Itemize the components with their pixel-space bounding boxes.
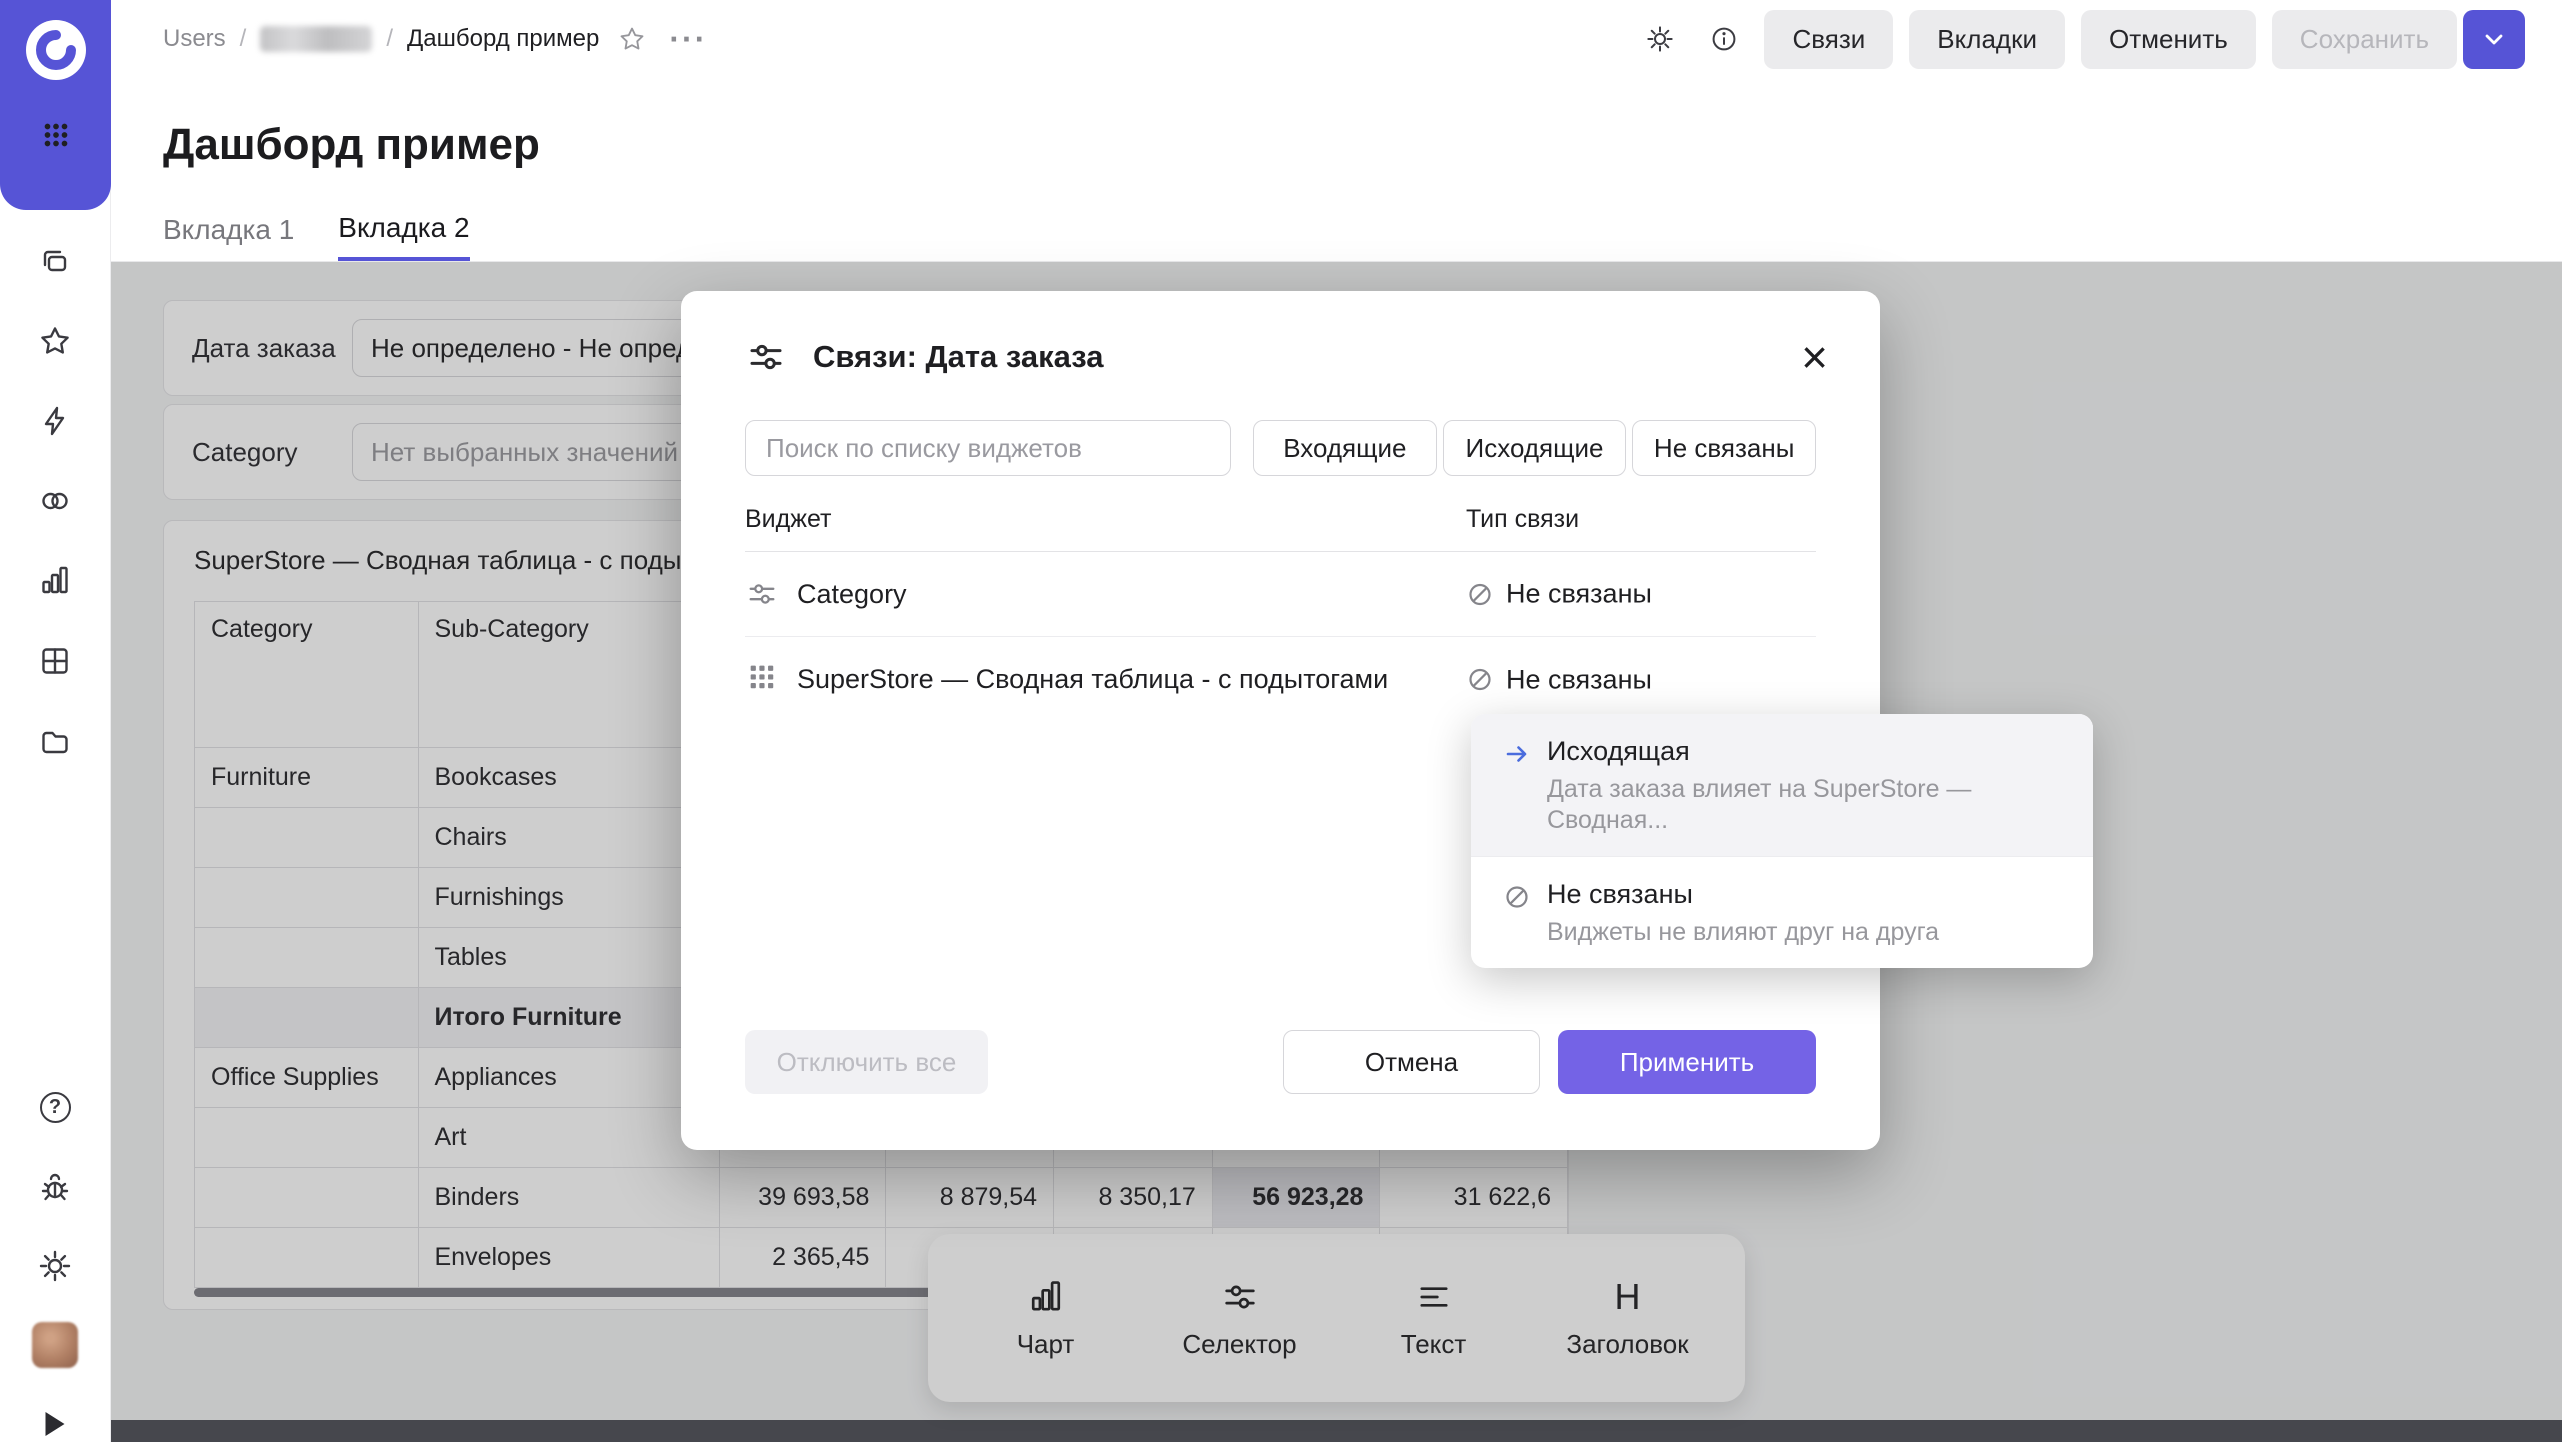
modal-controls: Входящие Исходящие Не связаны: [745, 420, 1816, 476]
option-description: Виджеты не влияют друг на друга: [1547, 917, 2017, 948]
link-type-value: Не связаны: [1506, 579, 1652, 610]
no-link-icon: [1466, 666, 1494, 694]
disable-all-button[interactable]: Отключить все: [745, 1030, 988, 1094]
filter-incoming-button[interactable]: Входящие: [1253, 420, 1437, 476]
column-widget: Виджет: [745, 505, 831, 534]
page-title: Дашборд пример: [163, 120, 540, 170]
no-link-icon: [1466, 580, 1494, 608]
breadcrumb: Users / / Дашборд пример ···: [163, 24, 707, 54]
sliders-icon: [745, 577, 779, 611]
more-menu-icon[interactable]: ···: [669, 29, 707, 49]
modal-header: Связи: Дата заказа ×: [745, 325, 1828, 389]
favorite-star-icon[interactable]: [617, 24, 647, 54]
tab-2[interactable]: Вкладка 2: [338, 198, 469, 262]
cancel-button[interactable]: Отменить: [2081, 10, 2256, 69]
sidebar: ?: [0, 0, 111, 1442]
datalens-logo[interactable]: [23, 17, 89, 88]
table-icon[interactable]: [32, 638, 78, 684]
play-icon[interactable]: [46, 1412, 65, 1436]
breadcrumb-separator: /: [240, 25, 247, 53]
header-actions: Связи Вкладки Отменить Сохранить: [1636, 10, 2525, 69]
censored-text: [260, 26, 372, 52]
tabs-button[interactable]: Вкладки: [1909, 10, 2065, 69]
chart-icon[interactable]: [32, 558, 78, 604]
save-group: Сохранить: [2272, 10, 2525, 69]
rings-icon[interactable]: [32, 478, 78, 524]
collections-icon[interactable]: [32, 239, 78, 285]
option-description: Дата заказа влияет на SuperStore — Сводн…: [1547, 774, 2017, 836]
pivot-grid-icon: [745, 660, 779, 699]
breadcrumb-current: Дашборд пример: [407, 25, 599, 53]
link-type-value: Не связаны: [1506, 664, 1652, 695]
breadcrumb-users[interactable]: Users: [163, 25, 226, 53]
tab-1[interactable]: Вкладка 1: [163, 198, 294, 262]
modal-title: Связи: Дата заказа: [813, 339, 1104, 375]
flash-icon[interactable]: [32, 398, 78, 444]
links-row-category: Category Не связаны: [745, 552, 1816, 637]
info-icon[interactable]: [1700, 15, 1748, 63]
links-button[interactable]: Связи: [1764, 10, 1893, 69]
modal-footer: Отключить все Отмена Применить: [745, 1030, 1816, 1094]
gear-icon[interactable]: [32, 1243, 78, 1289]
arrow-right-icon: [1503, 740, 1531, 768]
topbar: Users / / Дашборд пример ··· Связи Вклад…: [111, 0, 2562, 78]
option-outgoing[interactable]: Исходящая Дата заказа влияет на SuperSto…: [1471, 714, 2093, 856]
apply-button[interactable]: Применить: [1558, 1030, 1816, 1094]
save-dropdown-button[interactable]: [2463, 10, 2525, 69]
modal-cancel-button[interactable]: Отмена: [1283, 1030, 1540, 1094]
option-title: Исходящая: [1547, 734, 2057, 768]
link-type-select[interactable]: Не связаны: [1466, 664, 1652, 695]
link-filters: Входящие Исходящие Не связаны: [1253, 420, 1816, 476]
link-type-select[interactable]: Не связаны: [1466, 579, 1652, 610]
settings-gear-icon[interactable]: [1636, 15, 1684, 63]
widget-name: Category: [797, 579, 907, 610]
help-icon[interactable]: ?: [32, 1084, 78, 1130]
close-icon[interactable]: ×: [1801, 334, 1828, 380]
no-link-icon: [1503, 883, 1531, 911]
filter-unlinked-button[interactable]: Не связаны: [1632, 420, 1816, 476]
links-table: Виджет Тип связи Category Не связаны: [745, 487, 1816, 722]
dashboard-tabs: Вкладка 1 Вкладка 2: [163, 198, 470, 262]
widget-search-input[interactable]: [745, 420, 1231, 476]
links-sliders-icon: [745, 336, 787, 378]
breadcrumb-separator: /: [386, 25, 393, 53]
favorites-star-icon[interactable]: [32, 318, 78, 364]
sidebar-brand-panel: [0, 0, 111, 210]
column-link-type: Тип связи: [1466, 505, 1579, 534]
links-table-header: Виджет Тип связи: [745, 487, 1816, 552]
links-row-superstore: SuperStore — Сводная таблица - с подытог…: [745, 637, 1816, 722]
bug-icon[interactable]: [32, 1164, 78, 1210]
option-unlinked[interactable]: Не связаны Виджеты не влияют друг на дру…: [1471, 856, 2093, 968]
avatar[interactable]: [32, 1322, 78, 1368]
filter-outgoing-button[interactable]: Исходящие: [1443, 420, 1627, 476]
apps-grid-icon[interactable]: [39, 118, 73, 157]
widget-name: SuperStore — Сводная таблица - с подытог…: [797, 664, 1388, 695]
save-button[interactable]: Сохранить: [2272, 10, 2457, 69]
option-title: Не связаны: [1547, 877, 2057, 911]
folder-icon[interactable]: [32, 718, 78, 764]
link-type-dropdown: Исходящая Дата заказа влияет на SuperSto…: [1471, 714, 2093, 968]
